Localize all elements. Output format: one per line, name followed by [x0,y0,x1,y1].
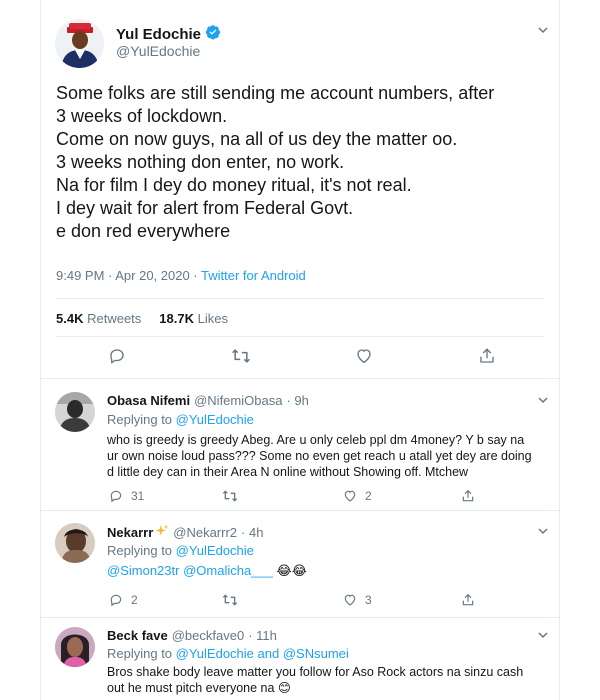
replying-prefix: Replying to [107,646,176,661]
replying-prefix: Replying to [107,543,176,558]
likes-count: 18.7K [159,311,194,326]
reply-text-line: ur own noise loud pass??? Some no even g… [107,449,532,463]
reply-handle[interactable]: @NifemiObasa [194,393,282,408]
share-icon[interactable] [477,346,497,366]
like-count: 3 [365,593,372,607]
avatar[interactable] [55,19,104,68]
mention-link[interactable]: @YulEdochie [176,543,254,558]
reply-text-line: Bros shake body leave matter you follow … [107,665,524,679]
avatar[interactable] [55,523,95,563]
reply-text-line: who is greedy is greedy Abeg. Are u only… [107,433,525,447]
share-icon [462,489,474,502]
reply-icon [110,490,122,503]
reply-tweet[interactable]: Nekarrr @Nekarrr2 · 4h Replying to @YulE… [41,511,559,618]
tweet-meta: 9:49 PM · Apr 20, 2020 · Twitter for And… [56,268,306,283]
verified-badge-icon [205,24,221,45]
tweet-text-line: Na for film I dey do money ritual, it's … [56,175,412,195]
share-icon [462,593,474,606]
likes-stat[interactable]: 18.7K Likes [159,311,228,326]
sparkles-icon [155,524,169,541]
divider [56,298,544,299]
reply-icon[interactable] [107,346,127,366]
reply-time[interactable]: · 11h [248,628,277,643]
chevron-down-icon[interactable] [537,394,549,406]
reply-author-line: Obasa Nifemi @NifemiObasa · 9h [107,393,309,408]
replying-to: Replying to @YulEdochie and @SNsumei [107,646,349,661]
chevron-down-icon[interactable] [537,24,549,36]
heart-icon[interactable] [354,346,374,366]
reply-display-name[interactable]: Obasa Nifemi [107,393,190,408]
mention-link[interactable]: @YulEdochie [176,412,254,427]
tweet-text-line: Come on now guys, na all of us dey the m… [56,129,458,149]
reply-tweet[interactable]: Beck fave @beckfave0 · 11h Replying to @… [41,618,559,700]
author-name-line: Yul Edochie [116,24,221,45]
retweet-action[interactable] [222,593,238,607]
reply-handle[interactable]: @Nekarrr2 [173,525,237,540]
tweet-text-line: e don red everywhere [56,221,231,241]
reply-text: Bros shake body leave matter you follow … [107,664,547,696]
tweet-timestamp[interactable]: 9:49 PM · Apr 20, 2020 · [56,268,201,283]
reply-action[interactable]: 31 [109,489,144,503]
chevron-down-icon[interactable] [537,525,549,537]
tweet-text-line: Some folks are still sending me account … [56,83,495,103]
like-action[interactable]: 3 [343,593,372,607]
share-action[interactable] [461,489,475,503]
likes-label: Likes [197,311,228,326]
reply-author-line: Beck fave @beckfave0 · 11h [107,628,277,643]
heart-icon [344,490,356,502]
reply-display-name[interactable]: Nekarrr [107,525,153,540]
reply-text: @Simon23tr @Omalicha___ 😂😂 [107,563,547,579]
tweet-text-line: 3 weeks of lockdown. [56,106,228,126]
main-tweet: Yul Edochie @YulEdochie Some folks are s… [41,0,559,379]
retweets-count: 5.4K [56,311,84,326]
mention-link[interactable]: @YulEdochie [176,646,254,661]
retweet-action[interactable] [222,489,238,503]
replying-joiner: and [253,646,283,661]
like-action[interactable]: 2 [343,489,372,503]
chevron-down-icon[interactable] [537,629,549,641]
mention-link[interactable]: @Omalicha___ [183,563,273,578]
reply-action[interactable]: 2 [109,593,138,607]
reply-display-name[interactable]: Beck fave [107,628,168,643]
avatar[interactable] [55,627,95,667]
replying-to: Replying to @YulEdochie [107,543,254,558]
retweets-label: Retweets [87,311,142,326]
tweet-text-line: 3 weeks nothing don enter, no work. [56,152,345,172]
reply-author-line: Nekarrr @Nekarrr2 · 4h [107,524,263,541]
reply-text: who is greedy is greedy Abeg. Are u only… [107,432,547,480]
reply-time[interactable]: · 4h [241,525,263,540]
retweet-icon [222,594,238,606]
share-action[interactable] [461,593,475,607]
avatar[interactable] [55,392,95,432]
reply-count: 2 [131,593,138,607]
reply-text-line: out he must pitch everyone na 😊 [107,681,291,695]
reply-icon [110,594,122,607]
retweet-icon[interactable] [231,346,251,366]
heart-icon [344,594,356,606]
like-count: 2 [365,489,372,503]
retweets-stat[interactable]: 5.4K Retweets [56,311,141,326]
tweet-source[interactable]: Twitter for Android [201,268,306,283]
replying-to: Replying to @YulEdochie [107,412,254,427]
reply-text-line: d little dey can in their Area N online … [107,465,469,479]
mention-link[interactable]: @SNsumei [283,646,349,661]
replying-prefix: Replying to [107,412,176,427]
tweet-text-line: I dey wait for alert from Federal Govt. [56,198,354,218]
reply-time[interactable]: · 9h [286,393,308,408]
retweet-icon [222,490,238,502]
reply-tweet[interactable]: Obasa Nifemi @NifemiObasa · 9h Replying … [41,379,559,511]
tweet-stats: 5.4K Retweets 18.7K Likes [56,311,228,326]
reply-handle[interactable]: @beckfave0 [172,628,244,643]
tweet-thread: Yul Edochie @YulEdochie Some folks are s… [40,0,560,700]
reply-count: 31 [131,489,145,503]
emoji-text: 😂😂 [276,563,307,578]
mention-link[interactable]: @Simon23tr [107,563,179,578]
author-handle[interactable]: @YulEdochie [116,43,200,59]
divider [56,336,544,337]
tweet-text: Some folks are still sending me account … [56,82,551,243]
author-display-name[interactable]: Yul Edochie [116,26,201,43]
